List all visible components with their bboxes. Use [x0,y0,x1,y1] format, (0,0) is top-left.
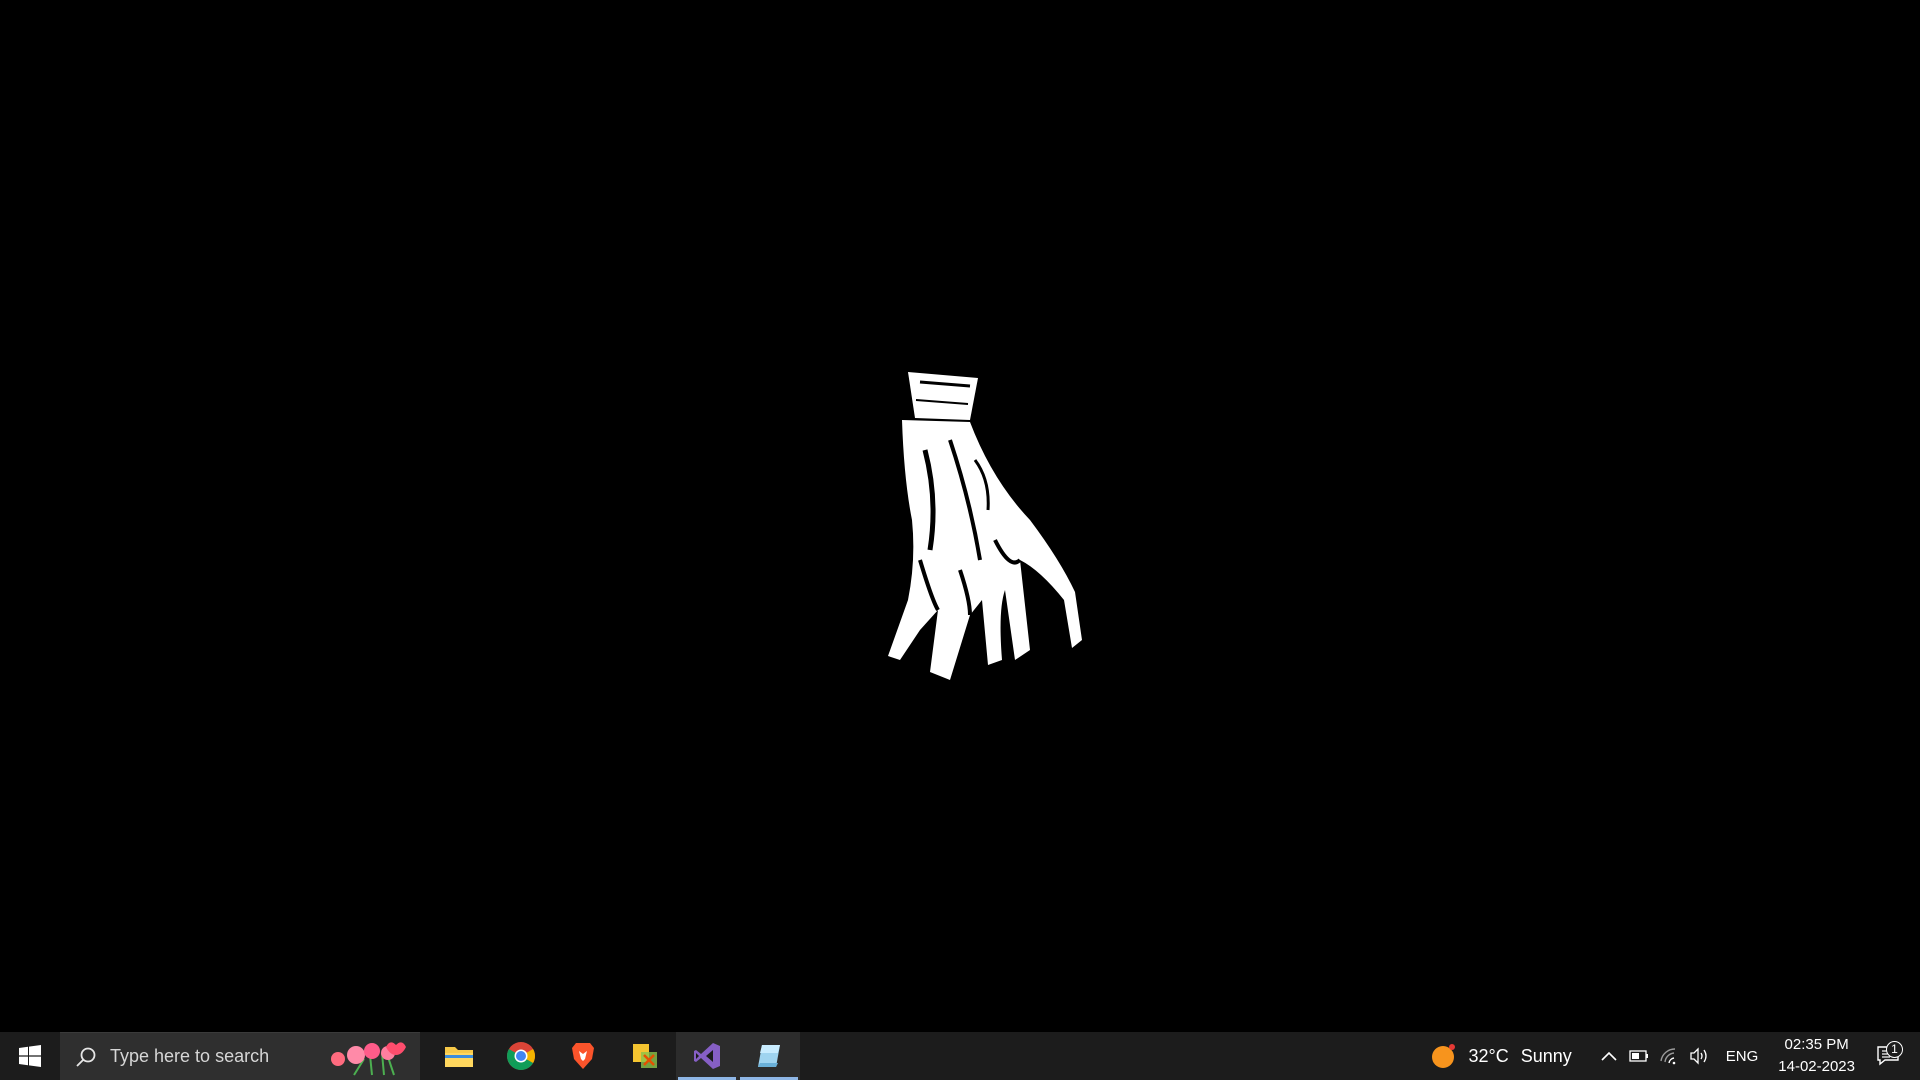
taskbar: Type here to search 32°C Sunny ENG 02:35… [0,1032,1920,1080]
action-center-button[interactable]: 1 [1863,1041,1913,1066]
desktop-wallpaper [0,0,1920,1032]
system-tray: ENG 02:35 PM 14-02-2023 1 [1594,1032,1920,1080]
snip-icon [758,1045,780,1067]
flowers-decor-icon [331,1042,406,1076]
wifi-icon [1660,1048,1676,1065]
hand-illustration [888,372,1082,680]
visual-studio-icon [694,1043,720,1069]
weather-summary: 32°C Sunny [1468,1046,1583,1067]
network-button[interactable] [1654,1032,1684,1080]
clock-date: 14-02-2023 [1778,1058,1855,1075]
snip-app-button[interactable] [738,1032,800,1080]
battery-icon [1629,1050,1648,1062]
volume-button[interactable] [1684,1032,1714,1080]
brave-button[interactable] [552,1032,614,1080]
folder-icon [445,1047,473,1067]
weather-condition: Sunny [1520,1045,1572,1066]
show-hidden-icons-button[interactable] [1594,1032,1624,1080]
start-button[interactable] [0,1032,60,1080]
taskbar-spacer [800,1032,1426,1080]
chrome-button[interactable] [490,1032,552,1080]
visual-studio-button[interactable] [676,1032,738,1080]
chrome-icon [507,1042,535,1070]
notification-count-badge: 1 [1886,1041,1903,1058]
speaker-icon [1690,1047,1707,1065]
chevron-up-icon [1601,1051,1617,1061]
input-language-indicator[interactable]: ENG [1714,1048,1771,1065]
taskbar-search[interactable]: Type here to search [60,1032,420,1080]
windows-logo-icon [19,1045,41,1067]
search-placeholder: Type here to search [110,1046,270,1066]
tools-app-button[interactable] [614,1032,676,1080]
search-icon [76,1047,96,1067]
taskbar-clock[interactable]: 02:35 PM 14-02-2023 [1770,1034,1863,1078]
weather-temperature: 32°C [1468,1045,1509,1066]
tools-icon [633,1044,657,1068]
battery-button[interactable] [1624,1032,1654,1080]
pinned-apps [428,1032,800,1080]
sun-icon [1430,1043,1456,1069]
clock-time: 02:35 PM [1784,1036,1849,1053]
file-explorer-button[interactable] [428,1032,490,1080]
brave-icon [572,1043,594,1069]
weather-widget[interactable]: 32°C Sunny [1426,1032,1593,1080]
